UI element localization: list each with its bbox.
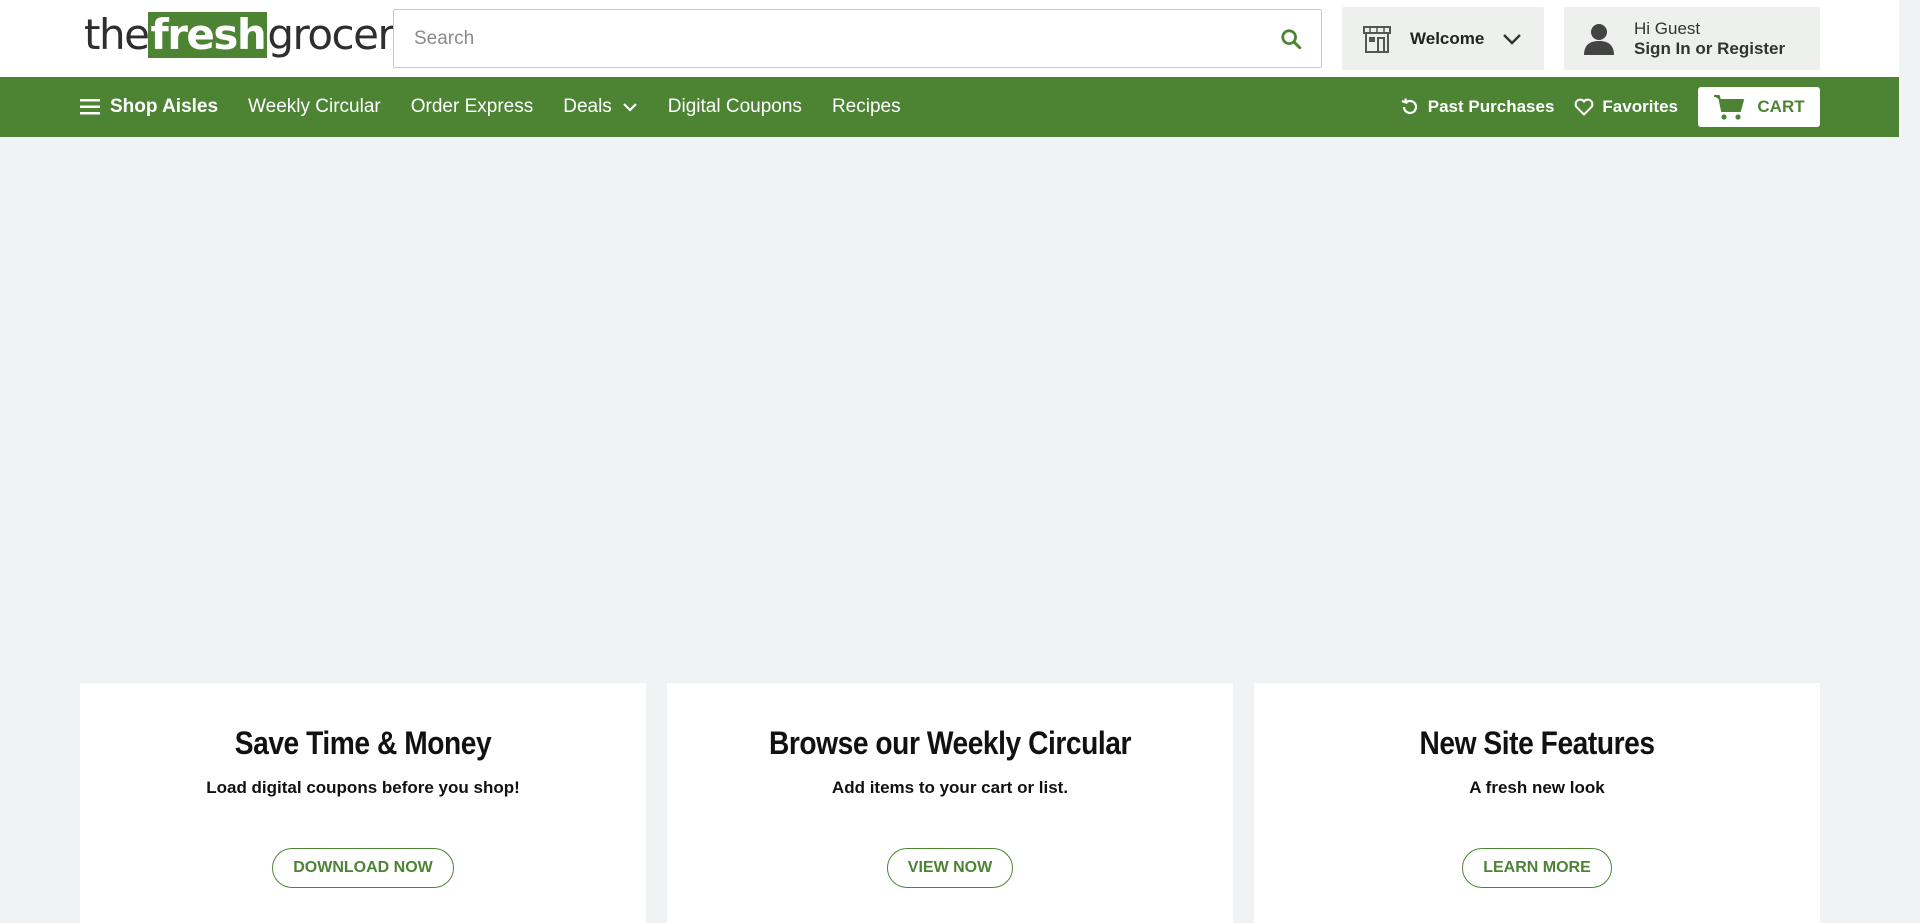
favorites-link[interactable]: Favorites [1574, 97, 1678, 117]
learn-more-button[interactable]: LEARN MORE [1462, 848, 1612, 888]
logo-text-the: the [84, 10, 150, 59]
history-icon [1401, 98, 1417, 115]
card-subtitle: Add items to your cart or list. [831, 778, 1069, 797]
nav-label: Weekly Circular [248, 96, 381, 117]
view-now-button[interactable]: VIEW NOW [886, 848, 1014, 888]
cart-label: CART [1757, 97, 1805, 116]
search-bar [393, 9, 1322, 68]
search-icon [1281, 28, 1302, 49]
nav-label: Recipes [831, 96, 901, 117]
sign-in-link[interactable]: Sign In or Register [1634, 39, 1785, 59]
search-input[interactable] [394, 10, 1261, 67]
store-icon [1363, 25, 1391, 53]
search-button[interactable] [1261, 10, 1321, 67]
main-nav: Shop Aisles Weekly Circular Order Expres… [0, 77, 1899, 137]
nav-label: Shop Aisles [110, 96, 219, 117]
logo-text-grocer: grocer [267, 10, 394, 59]
cart-icon [1714, 95, 1745, 120]
nav-label: Order Express [410, 96, 534, 117]
card-save-time: Save Time & Money Load digital coupons b… [80, 683, 646, 923]
site-logo[interactable]: the fresh grocer ® [84, 12, 404, 58]
past-purchases-link[interactable]: Past Purchases [1400, 97, 1555, 117]
user-icon [1584, 23, 1614, 55]
past-purchases-label: Past Purchases [1427, 97, 1555, 116]
hamburger-menu-icon [80, 99, 100, 115]
nav-order-express[interactable]: Order Express [411, 96, 533, 118]
favorites-label: Favorites [1602, 97, 1678, 116]
card-weekly-circular: Browse our Weekly Circular Add items to … [667, 683, 1233, 923]
card-title: New Site Features [1419, 725, 1655, 761]
chevron-down-icon [1503, 33, 1522, 45]
nav-shop-aisles[interactable]: Shop Aisles [80, 96, 218, 118]
heart-icon [1575, 98, 1594, 116]
feature-cards: Save Time & Money Load digital coupons b… [80, 683, 1820, 923]
download-now-button[interactable]: DOWNLOAD NOW [272, 848, 454, 888]
logo-text-fresh: fresh [148, 10, 268, 59]
card-subtitle: Load digital coupons before you shop! [206, 778, 520, 797]
card-subtitle: A fresh new look [1469, 778, 1605, 797]
card-title: Save Time & Money [234, 725, 492, 761]
card-title: Browse our Weekly Circular [768, 725, 1132, 761]
nav-digital-coupons[interactable]: Digital Coupons [668, 96, 802, 118]
store-label: Welcome [1410, 28, 1485, 48]
top-header: the fresh grocer ® Welcome [0, 0, 1899, 77]
chevron-down-icon [623, 103, 637, 112]
account-greeting: Hi Guest [1634, 18, 1701, 38]
nav-recipes[interactable]: Recipes [832, 96, 901, 118]
store-selector[interactable]: Welcome [1342, 7, 1544, 70]
card-new-features: New Site Features A fresh new look LEARN… [1254, 683, 1820, 923]
cart-button[interactable]: CART [1698, 87, 1820, 127]
nav-label: Deals [563, 96, 612, 117]
nav-label: Digital Coupons [667, 96, 802, 117]
nav-weekly-circular[interactable]: Weekly Circular [248, 96, 381, 118]
nav-deals[interactable]: Deals [563, 96, 638, 118]
account-signin[interactable]: Hi Guest Sign In or Register [1564, 7, 1820, 70]
